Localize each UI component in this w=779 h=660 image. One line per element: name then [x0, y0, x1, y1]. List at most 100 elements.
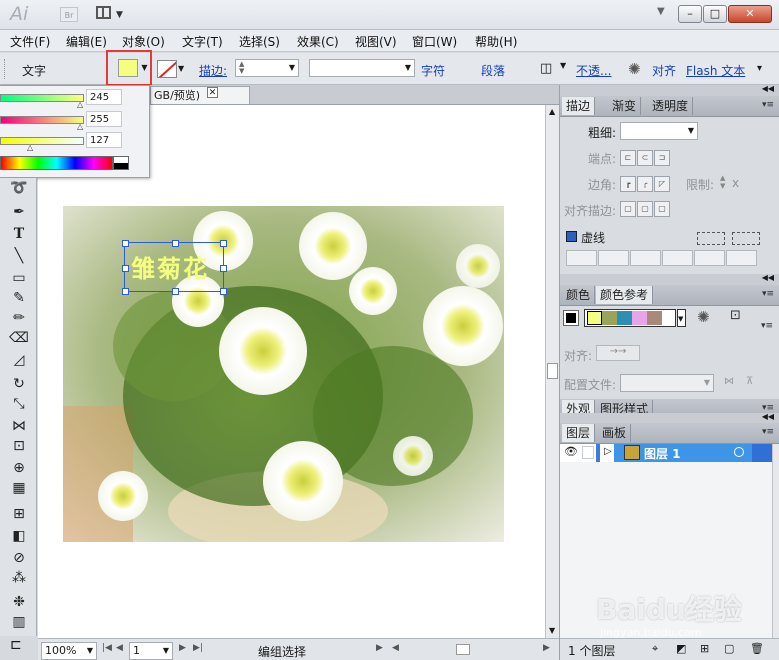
stroke-none-swatch[interactable]: [157, 60, 177, 78]
tab-artboards[interactable]: 画板: [598, 424, 632, 442]
close-button[interactable]: ✕: [728, 5, 772, 23]
horizontal-scroll-thumb[interactable]: [456, 644, 470, 655]
lasso-tool-icon[interactable]: ➰: [6, 178, 32, 198]
eye-visibility-icon[interactable]: 👁: [564, 445, 578, 458]
maximize-button[interactable]: □: [703, 5, 727, 23]
resize-handle[interactable]: [122, 240, 129, 247]
width-tool-icon[interactable]: ⋈: [6, 416, 32, 436]
close-tab-icon[interactable]: ✕: [207, 87, 218, 98]
delete-layer-icon[interactable]: 🗑: [750, 642, 764, 655]
miter-join-icon[interactable]: ┏: [620, 176, 636, 192]
rotate-tool-icon[interactable]: ↻: [6, 374, 32, 394]
green-slider[interactable]: [0, 116, 84, 124]
stroke-dropdown-chevron-icon[interactable]: ▼: [178, 60, 188, 78]
red-value-input[interactable]: 245: [86, 89, 122, 105]
locate-object-icon[interactable]: ⌖: [652, 642, 658, 656]
flash-text-link[interactable]: Flash 文本: [686, 62, 745, 79]
scroll-thumb[interactable]: [547, 363, 558, 379]
panel-menu-icon[interactable]: ▾≡: [762, 100, 774, 110]
panel-menu-icon[interactable]: ▾≡: [761, 321, 773, 331]
dash-field[interactable]: [630, 250, 661, 266]
dash-preserve-icon[interactable]: [697, 232, 725, 245]
grip-handle[interactable]: [4, 59, 8, 79]
mask-icon[interactable]: ◫: [540, 61, 558, 77]
recolor-artwork-icon[interactable]: ✺: [628, 60, 641, 78]
blue-slider[interactable]: [0, 137, 84, 145]
harmony-swatch[interactable]: [647, 311, 662, 325]
bevel-join-icon[interactable]: ◸: [654, 176, 670, 192]
butt-cap-icon[interactable]: ⊏: [620, 150, 636, 166]
slider-thumb-icon[interactable]: △: [77, 100, 83, 109]
artboard-text[interactable]: 雏菊花: [131, 249, 209, 284]
collapse-icon[interactable]: ◀◀: [762, 84, 774, 93]
menu-edit[interactable]: 编辑(E): [66, 33, 107, 50]
line-tool-icon[interactable]: ╲: [6, 246, 32, 266]
symbol-sprayer-tool-icon[interactable]: ❉: [6, 592, 32, 612]
bridge-button[interactable]: Br: [60, 7, 78, 22]
slider-thumb-icon[interactable]: △: [27, 143, 33, 152]
menu-select[interactable]: 选择(S): [239, 33, 280, 50]
gradient-tool-icon[interactable]: ◧: [6, 526, 32, 546]
artboard-select[interactable]: 1 ▼: [129, 642, 173, 660]
slider-thumb-icon[interactable]: △: [77, 122, 83, 131]
mesh-tool-icon[interactable]: ⊞: [6, 504, 32, 524]
first-artboard-icon[interactable]: |◀: [102, 643, 112, 653]
variable-width-profile-select[interactable]: ▼: [309, 59, 415, 77]
menu-object[interactable]: 对象(O): [122, 33, 165, 50]
tab-color[interactable]: 颜色: [562, 286, 596, 304]
stepper-icon[interactable]: ▲ ▼: [239, 61, 244, 75]
paragraph-link[interactable]: 段落: [481, 62, 505, 79]
harmony-dropdown-chevron-icon[interactable]: ▼: [677, 309, 686, 327]
recolor-artwork-icon[interactable]: ✺: [697, 308, 710, 326]
shape-builder-tool-icon[interactable]: ⊕: [6, 458, 32, 478]
harmony-swatch[interactable]: [587, 311, 602, 325]
resize-handle[interactable]: [122, 265, 129, 272]
document-tab[interactable]: GB/预览): [150, 86, 250, 104]
resize-handle[interactable]: [172, 240, 179, 247]
zoom-select[interactable]: 100% ▼: [41, 642, 97, 660]
mask-dropdown-chevron-icon[interactable]: ▼: [560, 61, 570, 77]
panel-menu-icon[interactable]: ▾≡: [762, 427, 774, 437]
eyedropper-tool-icon[interactable]: ⊘: [6, 548, 32, 568]
stroke-weight-select[interactable]: ▲ ▼ ▼: [235, 59, 299, 77]
align-link[interactable]: 对齐: [652, 62, 676, 79]
expand-triangle-icon[interactable]: ▷: [604, 446, 612, 457]
scroll-left-icon[interactable]: ◀: [392, 643, 399, 653]
collapse-icon[interactable]: ◀◀: [762, 412, 774, 421]
resize-handle[interactable]: [122, 288, 129, 295]
lock-toggle[interactable]: [582, 446, 594, 459]
dashed-line-checkbox[interactable]: [566, 231, 577, 242]
align-inside-icon[interactable]: ▢: [637, 201, 653, 217]
layer-name[interactable]: 图层 1: [644, 445, 681, 462]
tab-stroke[interactable]: 描边: [562, 97, 596, 115]
scale-tool-icon[interactable]: ⤡: [6, 394, 32, 414]
control-panel-menu-icon[interactable]: ▾: [757, 63, 762, 74]
gap-field[interactable]: [662, 250, 693, 266]
eraser-tool-icon[interactable]: ◿: [6, 350, 32, 370]
workspace-chevron-icon[interactable]: ▼: [657, 6, 665, 17]
arrange-documents-button[interactable]: ▼: [96, 6, 126, 23]
paintbrush-tool-icon[interactable]: ✎: [6, 288, 32, 308]
green-value-input[interactable]: 255: [86, 111, 122, 127]
harmony-swatch[interactable]: [632, 311, 647, 325]
blue-value-input[interactable]: 127: [86, 132, 122, 148]
gap-field[interactable]: [726, 250, 757, 266]
artboard-tool-icon[interactable]: ⊏: [10, 637, 30, 657]
resize-handle[interactable]: [220, 288, 227, 295]
limit-stepper-icon[interactable]: ▲ ▼: [720, 174, 730, 192]
weight-select[interactable]: ▼: [620, 122, 698, 140]
free-transform-tool-icon[interactable]: ⊡: [6, 436, 32, 456]
base-color-swatch[interactable]: [563, 310, 579, 326]
tab-layers[interactable]: 图层: [562, 424, 596, 442]
resize-handle[interactable]: [220, 240, 227, 247]
harmony-swatch[interactable]: [602, 311, 617, 325]
gap-field[interactable]: [598, 250, 629, 266]
harmony-swatch[interactable]: [617, 311, 632, 325]
last-artboard-icon[interactable]: ▶|: [193, 643, 203, 653]
align-buttons[interactable]: →→: [596, 345, 640, 361]
color-spectrum-bar[interactable]: [0, 156, 113, 170]
layers-scrollbar[interactable]: [772, 444, 779, 638]
round-join-icon[interactable]: ╭: [637, 176, 653, 192]
pen-tool-icon[interactable]: ✒: [6, 202, 32, 222]
align-outside-icon[interactable]: ▢: [654, 201, 670, 217]
